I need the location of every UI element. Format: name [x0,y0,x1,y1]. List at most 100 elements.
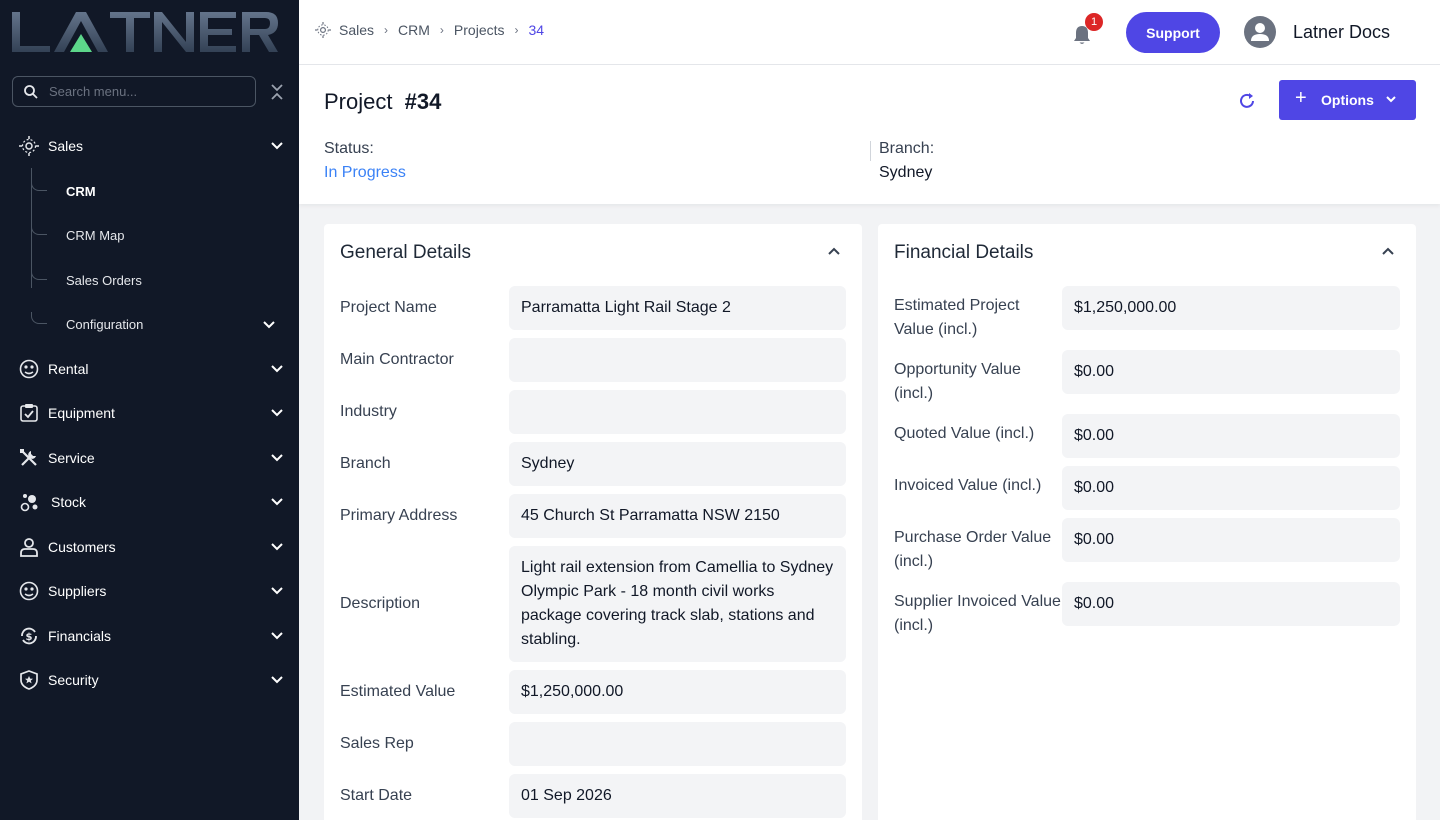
branch-field[interactable]: Sydney [509,442,846,486]
tree-connector [31,312,47,324]
chevron-down-icon [271,454,283,462]
sales-icon [315,22,331,38]
equipment-icon [20,404,38,422]
branch-label: Branch: [879,140,935,157]
sidebar-sub-crm-map[interactable]: CRM Map [66,228,125,243]
sidebar-sub-sales-orders[interactable]: Sales Orders [66,273,142,288]
field-label: Estimated Value [340,683,456,700]
field-label: Project Name [340,299,437,316]
general-details-card: General Details Project Name Parramatta … [324,224,862,820]
user-name[interactable]: Latner Docs [1293,22,1390,43]
plus-icon: + [1295,87,1307,109]
field-label: Quoted Value (incl.) [894,425,1035,442]
sidebar-item-stock[interactable]: Stock [0,482,299,522]
notification-badge: 1 [1085,13,1103,31]
sidebar-item-security[interactable]: Security [0,660,299,700]
sidebar-sub-crm[interactable]: CRM [66,184,96,199]
chevron-down-icon [1386,96,1396,103]
field-label: Estimated Project Value (incl.) [894,297,1020,338]
sidebar-item-label: Rental [48,361,89,377]
svg-text:$: $ [26,632,33,643]
purchase-order-value-field[interactable]: $0.00 [1062,518,1400,562]
sidebar-item-label: Financials [48,628,112,644]
card-title: General Details [340,242,471,263]
card-title: Financial Details [894,242,1034,263]
options-label: Options [1321,92,1374,108]
field-label: Opportunity Value (incl.) [894,361,1021,402]
chevron-down-icon [271,142,283,150]
sidebar-item-label: Customers [48,539,116,555]
chevron-down-icon [271,409,283,417]
estimated-value-field[interactable]: $1,250,000.00 [509,670,846,714]
description-field[interactable]: Light rail extension from Camellia to Sy… [509,546,846,662]
field-label: Primary Address [340,507,458,524]
shield-icon [20,670,38,690]
breadcrumb-projects[interactable]: Projects [454,22,505,38]
options-button[interactable]: + Options [1279,80,1416,120]
sidebar-item-label: Service [48,450,95,466]
breadcrumb: Sales › CRM › Projects › 34 [315,22,544,38]
financial-details-card: Financial Details Estimated Project Valu… [878,224,1416,820]
industry-field[interactable] [509,390,846,434]
sidebar-item-label: Equipment [48,405,115,421]
start-date-field[interactable]: 01 Sep 2026 [509,774,846,818]
sidebar-item-label: Sales [48,138,84,154]
main-contractor-field[interactable] [509,338,846,382]
chevron-right-icon: › [384,23,389,37]
estimated-project-value-field[interactable]: $1,250,000.00 [1062,286,1400,330]
breadcrumb-sales[interactable]: Sales [339,22,374,38]
field-label: Start Date [340,787,413,804]
project-number: #34 [404,89,442,114]
sidebar-item-sales[interactable]: Sales [0,126,299,166]
sidebar-item-financials[interactable]: $ Financials [0,616,299,656]
support-button[interactable]: Support [1126,12,1220,53]
collapse-icon[interactable] [268,82,286,102]
tree-connector [31,223,47,235]
sidebar-item-equipment[interactable]: Equipment [0,393,299,433]
sidebar-item-suppliers[interactable]: Suppliers [0,571,299,611]
sidebar-search[interactable]: Search menu... [12,76,256,107]
sidebar-item-service[interactable]: Service [0,438,299,478]
chevron-right-icon: › [439,23,444,37]
search-input[interactable]: Search menu... [49,84,137,99]
tree-connector [31,268,47,280]
chevron-down-icon [271,543,283,551]
chevron-down-icon [271,632,283,640]
chevron-up-icon[interactable] [1381,244,1395,258]
sales-rep-field[interactable] [509,722,846,766]
breadcrumb-crm[interactable]: CRM [398,22,430,38]
project-name-field[interactable]: Parramatta Light Rail Stage 2 [509,286,846,330]
sidebar-item-label: Security [48,672,99,688]
page-title: Project #34 [324,89,441,115]
search-icon [24,85,38,99]
rental-icon [19,359,39,379]
latner-logo[interactable] [10,10,280,54]
suppliers-icon [19,581,39,601]
primary-address-field[interactable]: 45 Church St Parramatta NSW 2150 [509,494,846,538]
divider [870,141,871,161]
avatar[interactable] [1244,16,1276,48]
status-label: Status: [324,140,374,157]
opportunity-value-field[interactable]: $0.00 [1062,350,1400,394]
field-label: Sales Rep [340,735,414,752]
sidebar-item-rental[interactable]: Rental [0,349,299,389]
chevron-down-icon [271,587,283,595]
invoiced-value-field[interactable]: $0.00 [1062,466,1400,510]
quoted-value-field[interactable]: $0.00 [1062,414,1400,458]
sidebar-sub-configuration[interactable]: Configuration [66,317,143,332]
chevron-up-icon[interactable] [827,244,841,258]
sidebar-item-label: Stock [51,494,87,510]
field-label: Invoiced Value (incl.) [894,477,1042,494]
refresh-icon[interactable] [1237,91,1257,111]
chevron-down-icon[interactable] [262,318,276,332]
supplier-invoiced-value-field[interactable]: $0.00 [1062,582,1400,626]
field-label: Purchase Order Value (incl.) [894,529,1052,570]
chevron-right-icon: › [514,23,519,37]
sidebar-item-customers[interactable]: Customers [0,527,299,567]
sales-icon [19,136,39,156]
field-label: Supplier Invoiced Value (incl.) [894,593,1061,634]
customers-icon [20,538,38,557]
stock-icon [20,494,38,512]
field-label: Main Contractor [340,351,454,368]
status-value: In Progress [324,164,406,181]
